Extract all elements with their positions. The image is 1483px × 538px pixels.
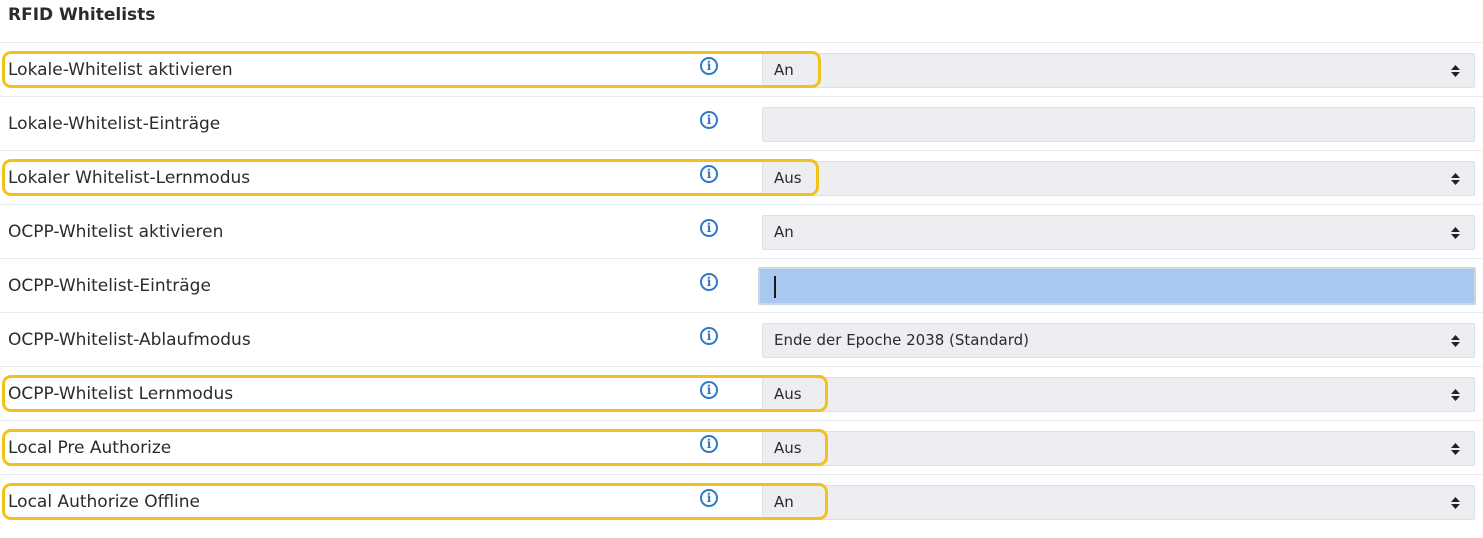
text-caret <box>774 276 776 298</box>
info-icon[interactable]: i <box>700 219 718 237</box>
sort-arrows-icon <box>1451 335 1460 347</box>
setting-label: OCPP-Whitelist-Einträge <box>8 276 211 296</box>
setting-row-ocpp-whitelist-expiry-mode: OCPP-Whitelist-Ablaufmodus i Ende der Ep… <box>0 312 1483 366</box>
select-value: Ende der Epoche 2038 (Standard) <box>774 331 1029 349</box>
select-value: An <box>774 493 794 511</box>
select-value: Aus <box>774 169 802 187</box>
setting-row-local-authorize-offline: Local Authorize Offline i An <box>0 474 1483 528</box>
setting-label: Lokale-Whitelist-Einträge <box>8 114 221 134</box>
section-title: RFID Whitelists <box>8 5 156 25</box>
setting-row-local-whitelist-learn-mode: Lokaler Whitelist-Lernmodus i Aus <box>0 150 1483 204</box>
sort-arrows-icon <box>1451 443 1460 455</box>
info-icon[interactable]: i <box>700 327 718 345</box>
local-pre-authorize-select[interactable]: Aus <box>762 431 1475 466</box>
sort-arrows-icon <box>1451 497 1460 509</box>
settings-list: Lokale-Whitelist aktivieren i An Lokale-… <box>0 42 1483 528</box>
setting-row-local-whitelist-enable: Lokale-Whitelist aktivieren i An <box>0 42 1483 96</box>
info-icon[interactable]: i <box>700 489 718 507</box>
ocpp-whitelist-learn-mode-select[interactable]: Aus <box>762 377 1475 412</box>
info-icon[interactable]: i <box>700 165 718 183</box>
info-icon[interactable]: i <box>700 273 718 291</box>
select-value: An <box>774 61 794 79</box>
setting-row-local-whitelist-entries: Lokale-Whitelist-Einträge i <box>0 96 1483 150</box>
local-whitelist-entries-input[interactable] <box>762 107 1475 142</box>
setting-label: Local Pre Authorize <box>8 438 172 458</box>
setting-label: OCPP-Whitelist aktivieren <box>8 222 224 242</box>
info-icon[interactable]: i <box>700 57 718 75</box>
setting-label: OCPP-Whitelist-Ablaufmodus <box>8 330 251 350</box>
sort-arrows-icon <box>1451 389 1460 401</box>
local-whitelist-learn-mode-select[interactable]: Aus <box>762 161 1475 196</box>
select-value: Aus <box>774 385 802 403</box>
rfid-whitelists-settings: RFID Whitelists Lokale-Whitelist aktivie… <box>0 0 1483 538</box>
setting-label: Lokaler Whitelist-Lernmodus <box>8 168 251 188</box>
select-value: Aus <box>774 439 802 457</box>
setting-label: Local Authorize Offline <box>8 492 200 512</box>
setting-row-ocpp-whitelist-learn-mode: OCPP-Whitelist Lernmodus i Aus <box>0 366 1483 420</box>
ocpp-whitelist-enable-select[interactable]: An <box>762 215 1475 250</box>
info-icon[interactable]: i <box>700 435 718 453</box>
setting-row-local-pre-authorize: Local Pre Authorize i Aus <box>0 420 1483 474</box>
info-icon[interactable]: i <box>700 111 718 129</box>
sort-arrows-icon <box>1451 65 1460 77</box>
local-authorize-offline-select[interactable]: An <box>762 485 1475 520</box>
setting-label: OCPP-Whitelist Lernmodus <box>8 384 234 404</box>
setting-label: Lokale-Whitelist aktivieren <box>8 60 233 80</box>
sort-arrows-icon <box>1451 227 1460 239</box>
info-icon[interactable]: i <box>700 381 718 399</box>
setting-row-ocpp-whitelist-entries: OCPP-Whitelist-Einträge i <box>0 258 1483 312</box>
local-whitelist-enable-select[interactable]: An <box>762 53 1475 88</box>
sort-arrows-icon <box>1451 173 1460 185</box>
select-value: An <box>774 223 794 241</box>
ocpp-whitelist-entries-input[interactable] <box>758 267 1476 305</box>
ocpp-whitelist-expiry-mode-select[interactable]: Ende der Epoche 2038 (Standard) <box>762 323 1475 358</box>
setting-row-ocpp-whitelist-enable: OCPP-Whitelist aktivieren i An <box>0 204 1483 258</box>
